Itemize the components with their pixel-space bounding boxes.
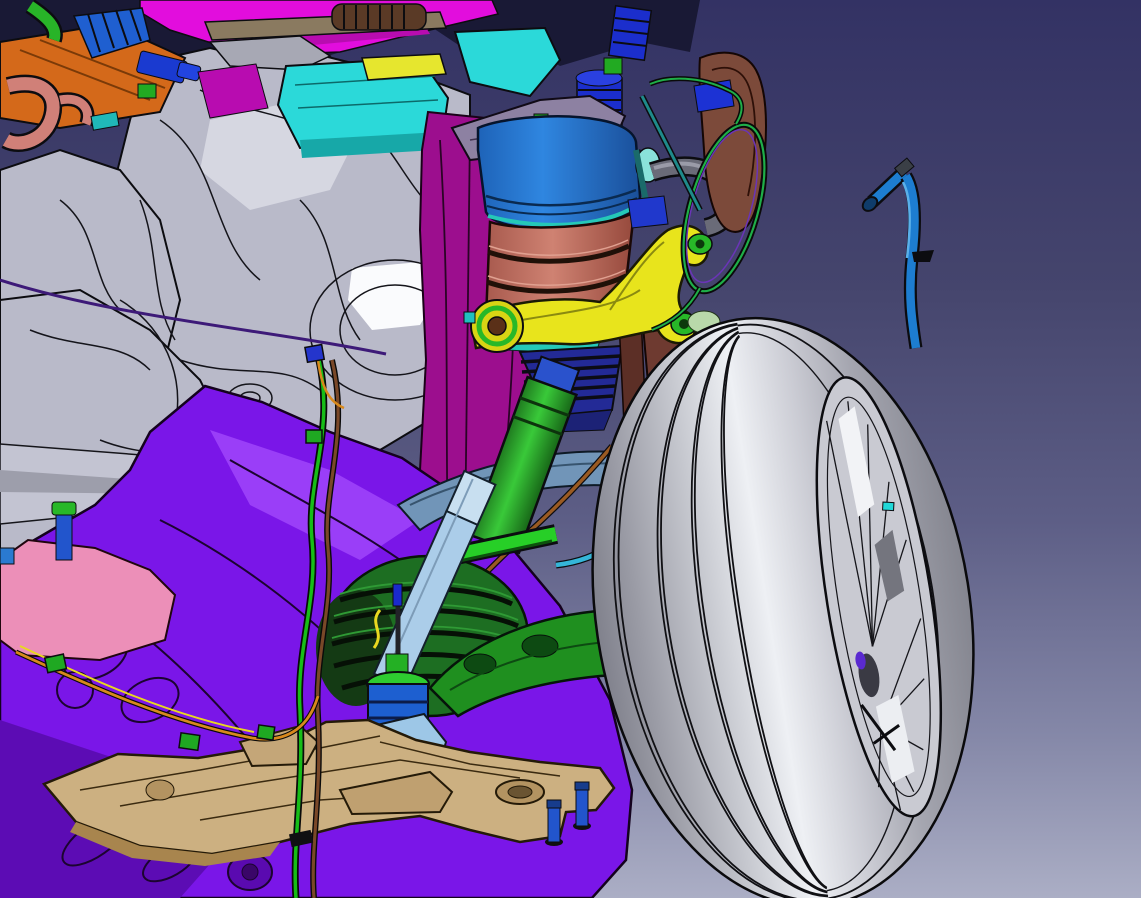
- blue-bracket-block: [627, 195, 669, 229]
- valve-stem: [882, 501, 895, 512]
- green-clip: [178, 731, 201, 752]
- green-fitting: [137, 83, 157, 99]
- air-spring-drum: [476, 115, 642, 230]
- green-clip: [43, 653, 68, 674]
- magenta-bracket: [197, 63, 269, 119]
- scene-canvas[interactable]: [0, 0, 1141, 898]
- green-clip: [256, 724, 276, 741]
- bracket-hole-3: [145, 779, 175, 801]
- ribbed-hose[interactable]: [331, 3, 427, 31]
- green-clip: [305, 429, 323, 444]
- bracket-hole-inner: [507, 785, 533, 799]
- joint-clip: [463, 311, 476, 324]
- blue-chip: [0, 547, 15, 565]
- blue-clip: [304, 343, 326, 364]
- mount-pin: [392, 583, 403, 607]
- arm-hole: [463, 653, 497, 675]
- cad-viewport[interactable]: [0, 0, 1141, 898]
- case-hub-center: [241, 863, 259, 881]
- stud-cap: [51, 501, 77, 516]
- bracket-stud: [55, 511, 73, 561]
